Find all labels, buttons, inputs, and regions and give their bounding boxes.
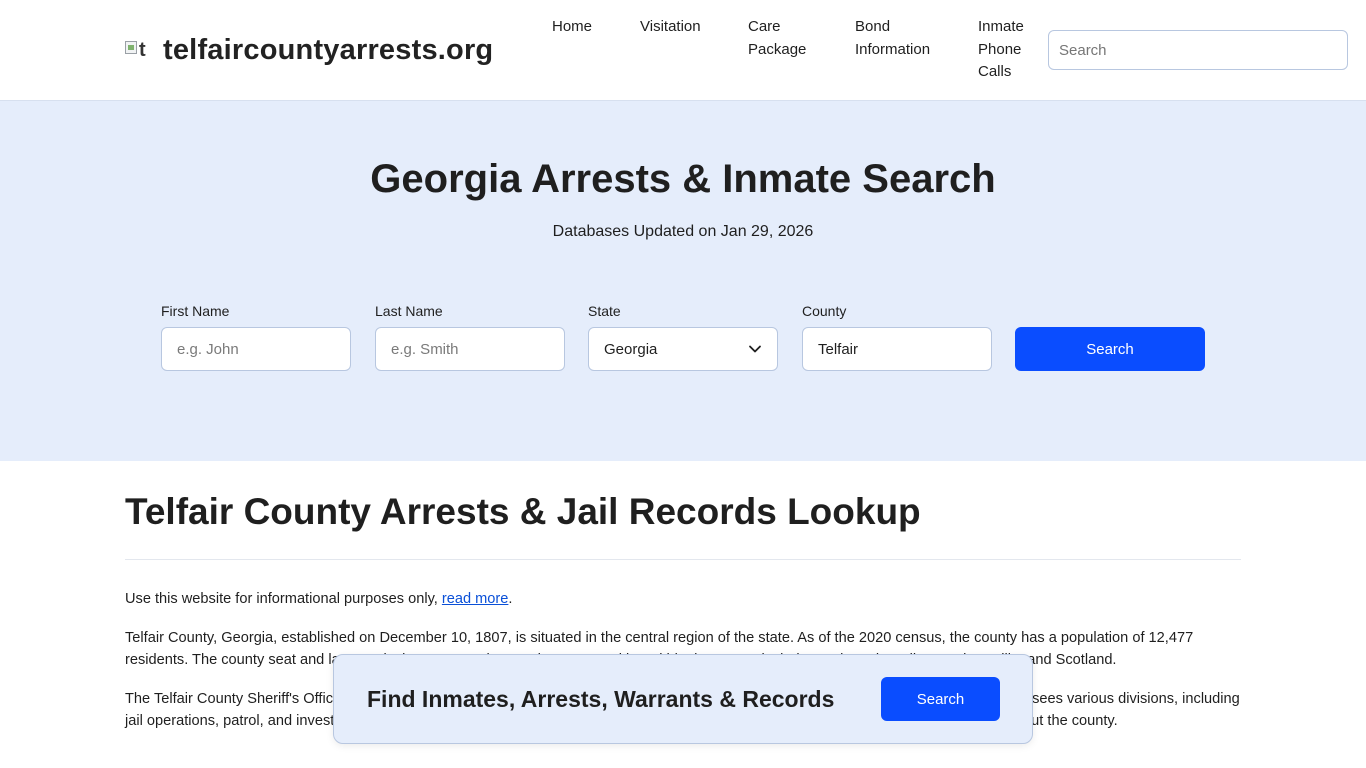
site-logo-link[interactable]: t telfaircountyarrests.org	[125, 32, 493, 68]
state-selected-value: Georgia	[604, 340, 658, 358]
floating-search-bar: Find Inmates, Arrests, Warrants & Record…	[333, 654, 1033, 744]
divider	[125, 559, 1241, 560]
disclaimer-end: .	[508, 591, 513, 607]
state-select[interactable]: Georgia	[588, 327, 778, 371]
county-label: County	[802, 303, 847, 319]
nav-care-package[interactable]: Care Package	[748, 16, 828, 61]
first-name-field: First Name	[161, 303, 351, 371]
first-name-label: First Name	[161, 303, 230, 319]
county-value: Telfair	[818, 340, 859, 358]
site-header: t telfaircountyarrests.org Home Visitati…	[0, 0, 1366, 101]
county-input[interactable]: Telfair	[802, 327, 992, 371]
first-name-input[interactable]	[161, 327, 351, 371]
nav-visitation[interactable]: Visitation	[640, 16, 720, 39]
page-title: Telfair County Arrests & Jail Records Lo…	[125, 491, 921, 532]
last-name-input[interactable]	[375, 327, 565, 371]
search-hero: Georgia Arrests & Inmate Search Database…	[0, 101, 1366, 461]
chevron-down-icon	[749, 345, 761, 353]
last-name-field: Last Name	[375, 303, 565, 371]
hero-search-button[interactable]: Search	[1015, 327, 1205, 371]
database-updated-text: Databases Updated on Jan 29, 2026	[552, 223, 814, 240]
county-field: County Telfair	[802, 303, 992, 371]
logo-alt-text: t	[139, 39, 146, 61]
read-more-link[interactable]: read more	[442, 591, 509, 607]
nav-inmate-phone-calls[interactable]: Inmate Phone Calls	[978, 16, 1038, 84]
logo-image: t	[125, 37, 155, 63]
state-label: State	[588, 303, 621, 319]
state-field: State Georgia	[588, 303, 778, 371]
floating-bar-title: Find Inmates, Arrests, Warrants & Record…	[367, 686, 835, 712]
header-search-input[interactable]	[1048, 30, 1348, 70]
broken-image-icon	[125, 41, 137, 54]
nav-home[interactable]: Home	[552, 16, 612, 39]
hero-title: Georgia Arrests & Inmate Search	[370, 157, 996, 201]
disclaimer-text: Use this website for informational purpo…	[125, 591, 442, 607]
nav-bond-information[interactable]: Bond Information	[855, 16, 955, 61]
disclaimer-paragraph: Use this website for informational purpo…	[125, 588, 1241, 611]
site-name: telfaircountyarrests.org	[163, 33, 494, 66]
floating-search-button[interactable]: Search	[881, 677, 1000, 721]
last-name-label: Last Name	[375, 303, 443, 319]
